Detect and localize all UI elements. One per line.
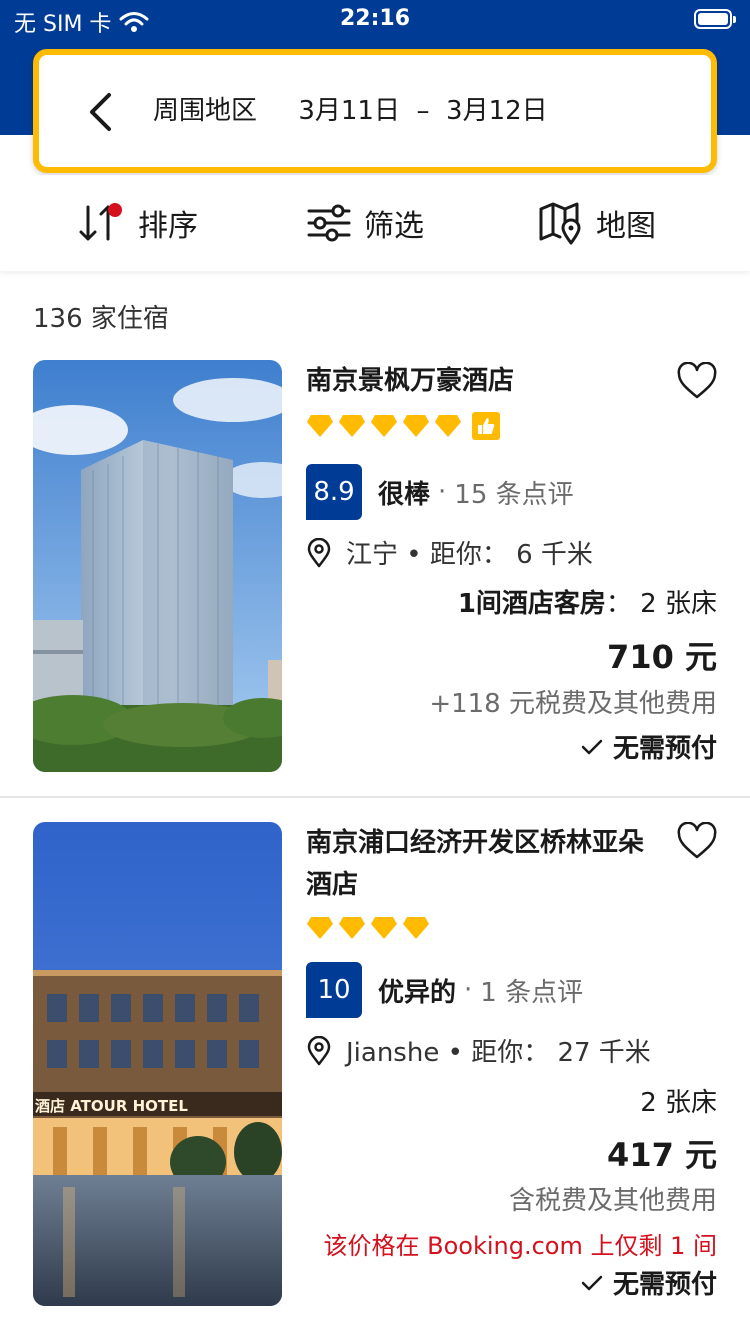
property-photo[interactable]: 酒店 ATOUR HOTEL [33,822,282,1306]
battery-icon [694,9,736,29]
star-icon [339,917,365,939]
payment-note: 无需预付 [581,1264,717,1301]
photo-sign: 酒店 ATOUR HOTEL [35,1097,188,1115]
room-info: 1间酒店客房： 2 张床 [458,583,717,620]
property-card[interactable]: 酒店 ATOUR HOTEL 南京浦口经济开发区桥林亚朵酒店 10 优异的 · … [0,798,750,1334]
star-icon [371,415,397,437]
star-icon [307,917,333,939]
location-text: 江宁 • 距你： 6 千米 [346,540,593,570]
results-count: 136 家住宿 [33,304,169,334]
property-card[interactable]: 南京景枫万豪酒店 8.9 很棒 · 15 条点评 江宁 • 距你： 6 千米 1… [0,340,750,798]
star-icon [371,917,397,939]
filter-sliders-icon [307,204,351,242]
date-separator: – [416,96,430,126]
search-check-out: 3月12日 [446,96,548,126]
checkmark-icon [581,739,603,754]
status-bar: 无 SIM 卡 22:16 [0,0,750,40]
tax-note: 含税费及其他费用 [508,1186,717,1216]
checkmark-icon [581,1275,603,1290]
room-type: 1间酒店客房 [457,589,606,619]
price: 710 元 [607,638,717,676]
heart-icon[interactable] [676,362,718,400]
search-summary-text[interactable]: 周围地区 3月11日 – 3月12日 [153,55,548,167]
review-score-badge: 10 [306,962,362,1018]
bed-info: 2 张床 [640,1088,717,1118]
payment-label: 无需预付 [612,1270,717,1300]
star-rating [306,916,430,940]
scarcity-message: 该价格在 Booking.com 上仅剩 1 间 [323,1232,717,1260]
price: 417 元 [607,1136,717,1174]
search-check-in: 3月11日 [298,96,400,126]
heart-icon[interactable] [676,822,718,860]
results-toolbar: 排序 筛选 地图 [0,175,750,271]
search-destination: 周围地区 [153,96,258,126]
property-name[interactable]: 南京浦口经济开发区桥林亚朵酒店 [306,822,666,906]
review-score-badge: 8.9 [306,464,362,520]
back-arrow-icon[interactable] [83,91,119,133]
thumbs-up-icon [472,412,500,440]
location-line: 江宁 • 距你： 6 千米 [306,534,593,571]
star-icon [403,415,429,437]
star-icon [435,415,461,437]
score-word: 优异的 [378,977,457,1008]
star-icon [403,917,429,939]
location-pin-icon [307,537,331,567]
property-photo[interactable] [33,360,282,772]
score-word: 很棒 [378,479,431,510]
clock: 22:16 [339,6,411,31]
score-separator: · [464,975,473,1005]
review-count: 1 条点评 [480,977,584,1008]
location-line: Jianshe • 距你： 27 千米 [306,1032,651,1069]
star-rating [306,412,500,440]
review-summary: 很棒 · 15 条点评 [378,464,574,520]
review-summary: 优异的 · 1 条点评 [378,962,583,1018]
location-pin-icon [307,1035,331,1065]
map-label: 地图 [596,209,656,244]
sort-button[interactable]: 排序 [78,175,198,271]
star-icon [339,415,365,437]
map-icon [539,202,581,245]
property-name[interactable]: 南京景枫万豪酒店 [306,360,666,402]
filter-button[interactable]: 筛选 [306,175,424,271]
score-separator: · [438,477,447,507]
sort-label: 排序 [138,209,198,244]
location-text: Jianshe • 距你： 27 千米 [346,1038,651,1068]
payment-note: 无需预付 [581,728,717,765]
filter-label: 筛选 [364,209,424,244]
sort-icon [79,203,122,241]
review-count: 15 条点评 [454,479,574,510]
payment-label: 无需预付 [612,734,717,764]
star-icon [307,415,333,437]
bed-info: ： 2 张床 [605,589,717,619]
tax-note: +118 元税费及其他费用 [429,689,717,719]
map-button[interactable]: 地图 [538,175,656,271]
search-summary-box[interactable]: 周围地区 3月11日 – 3月12日 [33,49,717,173]
